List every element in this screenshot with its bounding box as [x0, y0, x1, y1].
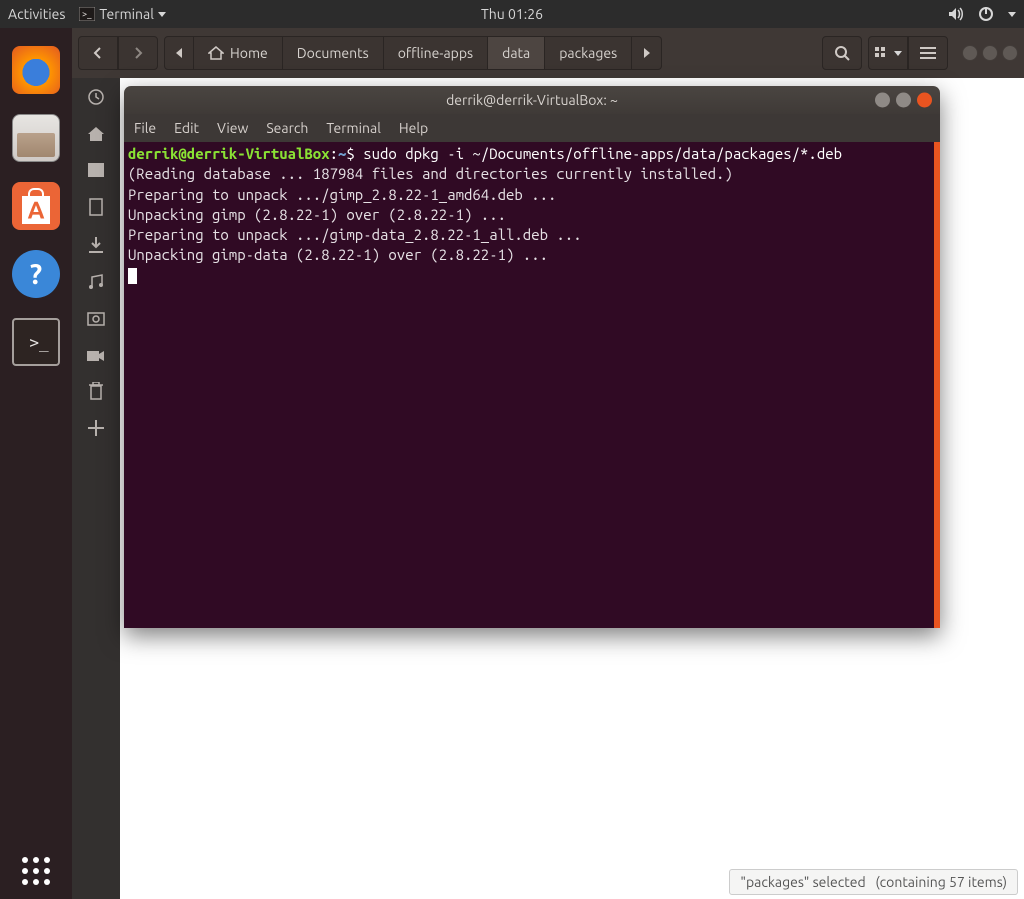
minimize-button[interactable] — [962, 45, 978, 61]
chevron-down-icon[interactable] — [1008, 12, 1016, 17]
pictures-icon[interactable] — [87, 310, 105, 330]
menu-edit[interactable]: Edit — [174, 120, 199, 136]
path-next-button[interactable] — [632, 36, 662, 70]
music-icon[interactable] — [87, 274, 105, 294]
close-button[interactable] — [917, 93, 932, 108]
trash-icon[interactable] — [89, 382, 103, 404]
terminal-menubar: File Edit View Search Terminal Help — [124, 114, 940, 142]
launcher-help[interactable]: ? — [12, 250, 60, 298]
maximize-button[interactable] — [896, 93, 911, 108]
grid-icon — [875, 47, 891, 59]
launcher-terminal[interactable]: >_ — [12, 318, 60, 366]
menu-view[interactable]: View — [217, 120, 248, 136]
menu-help[interactable]: Help — [399, 120, 428, 136]
menu-icon — [920, 47, 936, 59]
other-locations-icon[interactable] — [88, 420, 104, 440]
appmenu-button[interactable]: >_ Terminal — [79, 6, 166, 22]
home-icon[interactable] — [87, 126, 105, 146]
prompt-userhost: derrik@derrik-VirtualBox — [128, 145, 330, 162]
terminal-title: derrik@derrik-VirtualBox: ~ — [446, 92, 618, 108]
breadcrumb: Home Documents offline-apps data package… — [164, 36, 662, 70]
appmenu-label: Terminal — [99, 6, 154, 22]
path-seg-packages[interactable]: packages — [545, 36, 632, 70]
videos-icon[interactable] — [86, 346, 106, 366]
maximize-button[interactable] — [982, 45, 998, 61]
desktop-icon[interactable] — [87, 162, 105, 182]
terminal-cursor — [128, 268, 137, 284]
close-button[interactable] — [1002, 45, 1018, 61]
terminal-output-line: (Reading database ... 187984 files and d… — [128, 165, 733, 182]
nav-back-button[interactable] — [78, 36, 118, 70]
terminal-command: sudo dpkg -i ~/Documents/offline-apps/da… — [363, 145, 842, 162]
path-home-label: Home — [230, 45, 268, 61]
prompt-sep: : — [330, 145, 338, 162]
triangle-left-icon — [175, 48, 183, 58]
menu-file[interactable]: File — [134, 120, 156, 136]
svg-text:>_: >_ — [82, 9, 92, 19]
launcher-firefox[interactable] — [12, 46, 60, 94]
path-seg-offline-apps[interactable]: offline-apps — [384, 36, 488, 70]
gnome-topbar: Activities >_ Terminal Thu 01:26 — [0, 0, 1024, 28]
downloads-icon[interactable] — [88, 236, 104, 258]
documents-icon[interactable] — [89, 198, 103, 220]
chevron-down-icon — [158, 12, 166, 17]
status-selection: "packages" selected — [740, 874, 865, 890]
show-applications-button[interactable] — [22, 857, 50, 885]
path-prev-button[interactable] — [164, 36, 194, 70]
status-bar: "packages" selected (containing 57 items… — [729, 869, 1018, 895]
path-seg-data[interactable]: data — [488, 36, 545, 70]
hamburger-menu-button[interactable] — [908, 36, 948, 70]
recent-icon[interactable] — [87, 88, 105, 110]
status-count: (containing 57 items) — [875, 874, 1007, 890]
window-controls — [875, 93, 932, 108]
minimize-button[interactable] — [875, 93, 890, 108]
menu-search[interactable]: Search — [266, 120, 308, 136]
files-toolbar: Home Documents offline-apps data package… — [72, 28, 1024, 78]
volume-icon[interactable] — [948, 6, 964, 22]
terminal-window: derrik@derrik-VirtualBox: ~ File Edit Vi… — [124, 86, 940, 628]
nav-forward-button[interactable] — [118, 36, 158, 70]
window-controls — [962, 45, 1018, 61]
launcher-files[interactable] — [12, 114, 60, 162]
terminal-body[interactable]: derrik@derrik-VirtualBox:~$ sudo dpkg -i… — [124, 142, 940, 628]
menu-terminal[interactable]: Terminal — [326, 120, 381, 136]
activities-button[interactable]: Activities — [8, 6, 65, 22]
home-icon — [208, 46, 224, 60]
triangle-right-icon — [643, 48, 651, 58]
view-grid-button[interactable] — [868, 36, 908, 70]
terminal-output-line: Unpacking gimp-data (2.8.22-1) over (2.8… — [128, 246, 548, 263]
chevron-down-icon — [894, 51, 902, 56]
path-seg-documents[interactable]: Documents — [283, 36, 384, 70]
terminal-output-line: Preparing to unpack .../gimp_2.8.22-1_am… — [128, 186, 556, 203]
prompt-dollar: $ — [346, 145, 354, 162]
search-icon — [834, 45, 850, 61]
launcher-software[interactable] — [12, 182, 60, 230]
clock[interactable]: Thu 01:26 — [481, 6, 543, 22]
terminal-titlebar[interactable]: derrik@derrik-VirtualBox: ~ — [124, 86, 940, 114]
files-sidebar — [72, 78, 120, 899]
launcher-dock: ? >_ — [0, 28, 72, 899]
path-home[interactable]: Home — [194, 36, 283, 70]
terminal-output-line: Preparing to unpack .../gimp-data_2.8.22… — [128, 226, 582, 243]
search-button[interactable] — [822, 36, 862, 70]
chevron-left-icon — [91, 46, 105, 60]
terminal-output-line: Unpacking gimp (2.8.22-1) over (2.8.22-1… — [128, 206, 506, 223]
terminal-icon: >_ — [79, 7, 95, 21]
terminal-glyph: >_ — [29, 333, 48, 352]
chevron-right-icon — [131, 46, 145, 60]
power-icon[interactable] — [978, 6, 994, 22]
